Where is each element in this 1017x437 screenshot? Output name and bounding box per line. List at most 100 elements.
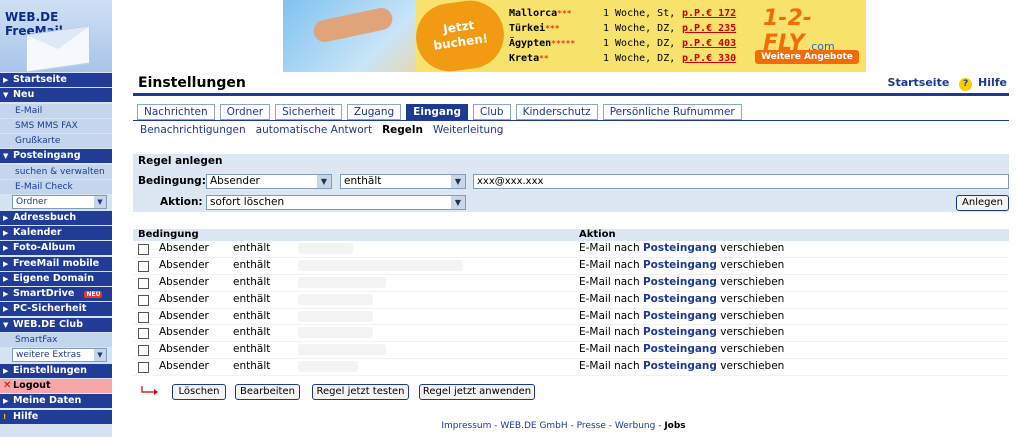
table-row[interactable]: Absender enthält E-Mail nach Posteingang v… <box>133 292 1009 309</box>
sidebar-subitem-e-mail-check[interactable]: E-Mail Check <box>0 180 112 195</box>
footer-link[interactable]: WEB.DE GmbH <box>500 421 567 431</box>
sidebar-item-web-de-club[interactable]: ▼ WEB.DE Club <box>0 317 112 332</box>
tab-persönliche-rufnummer[interactable]: Persönliche Rufnummer <box>602 104 742 120</box>
tab-zugang[interactable]: Zugang <box>346 104 402 120</box>
sidebar-item-label: Meine Daten <box>13 395 82 407</box>
sidebar-item-startseite[interactable]: ▶ Startseite <box>0 73 112 87</box>
webde-freemail-logo[interactable]: WEB.DE FreeMail <box>0 0 112 73</box>
rule-field: Absender <box>159 309 209 322</box>
table-row[interactable]: Absender enthält E-Mail nach Posteingang v… <box>133 258 1009 275</box>
rule-action-folder-link[interactable]: Posteingang <box>643 310 717 322</box>
subtab-regeln[interactable]: Regeln <box>382 124 423 136</box>
sidebar-item-eigene-domain[interactable]: ▶ Eigene Domain <box>0 271 112 286</box>
table-row[interactable]: Absender enthält E-Mail nach Posteingang v… <box>133 359 1009 377</box>
banner-deal-row[interactable]: Türkei*** 1 Woche, DZ, p.P.€ 235 <box>509 21 789 36</box>
subtab-benachrichtigungen[interactable]: Benachrichtigungen <box>140 124 246 136</box>
sidebar-item-logout[interactable]: ✕ Logout <box>0 378 112 393</box>
row-checkbox[interactable] <box>138 260 149 272</box>
condition-field-select[interactable]: Absender ▼ <box>206 174 332 189</box>
sidebar-item-freemail-mobile[interactable]: ▶ FreeMail mobile <box>0 256 112 271</box>
row-checkbox[interactable] <box>138 244 149 255</box>
rule-operator: enthält <box>233 309 271 322</box>
row-checkbox[interactable] <box>138 362 149 374</box>
condition-operator-select[interactable]: enthält ▼ <box>340 174 466 189</box>
sidebar-subitem-suchen-verwalten[interactable]: suchen & verwalten <box>0 164 112 179</box>
sidebar-item-kalender[interactable]: ▶ Kalender <box>0 225 112 240</box>
banner-deal-row[interactable]: Ägypten***** 1 Woche, DZ, p.P.€ 403 <box>509 36 789 51</box>
rule-action-folder-link[interactable]: Posteingang <box>643 259 717 271</box>
envelope-icon <box>26 25 90 73</box>
deal-destination: Mallorca*** <box>509 6 572 21</box>
footer-link-jobs[interactable]: Jobs <box>664 421 685 431</box>
rule-action-folder-link[interactable]: Posteingang <box>643 242 717 254</box>
sidebar-item-meine-daten[interactable]: ▶ Meine Daten <box>0 394 112 409</box>
tab-sicherheit[interactable]: Sicherheit <box>275 104 342 120</box>
rule-action-folder-link[interactable]: Posteingang <box>643 360 717 372</box>
sidebar-item-foto-album[interactable]: ▶ Foto-Album <box>0 241 112 256</box>
sidebar-item-einstellungen[interactable]: ▶ Einstellungen <box>0 363 112 378</box>
edit-button[interactable]: Bearbeiten <box>235 384 300 400</box>
sidebar-subitem-grußkarte[interactable]: Grußkarte <box>0 134 112 149</box>
sidebar-subitem-e-mail[interactable]: E-Mail <box>0 103 112 118</box>
rule-action-folder-link[interactable]: Posteingang <box>643 276 717 288</box>
sidebar-item-pc-sicherheit[interactable]: ▶ PC-Sicherheit <box>0 302 112 317</box>
sidebar-select-weitere-extras[interactable]: weitere Extras ▼ <box>12 348 107 363</box>
sidebar-item-posteingang[interactable]: ▼ Posteingang <box>0 149 112 164</box>
sidebar-item-adressbuch[interactable]: ▶ Adressbuch <box>0 210 112 225</box>
travel-ad-banner[interactable]: Jetzt buchen! Mallorca*** 1 Woche, St, p.P… <box>283 0 866 72</box>
sidebar-subitem-sms-mms-fax[interactable]: SMS MMS FAX <box>0 118 112 133</box>
create-rule-button[interactable]: Anlegen <box>956 195 1009 211</box>
tab-eingang[interactable]: Eingang <box>406 104 469 120</box>
test-rule-button[interactable]: Regel jetzt testen <box>312 384 409 400</box>
table-row[interactable]: Absender enthält E-Mail nach Posteingang v… <box>133 241 1009 258</box>
footer: Impressum - WEB.DE GmbH - Presse - Werbu… <box>441 421 686 431</box>
subtab-weiterleitung[interactable]: Weiterleitung <box>433 124 503 136</box>
deal-price[interactable]: p.P.€ 403 <box>682 36 736 51</box>
tab-ordner[interactable]: Ordner <box>219 104 271 120</box>
help-icon[interactable]: ? <box>959 78 973 91</box>
rules-table-body: Absender enthält E-Mail nach Posteingang v… <box>133 241 1009 377</box>
rule-action-folder-link[interactable]: Posteingang <box>643 343 717 355</box>
row-checkbox[interactable] <box>138 328 149 340</box>
action-select[interactable]: sofort löschen ▼ <box>206 195 466 210</box>
row-checkbox[interactable] <box>138 294 149 306</box>
sidebar-select-value: weitere Extras <box>16 350 81 361</box>
rule-action-folder-link[interactable]: Posteingang <box>643 326 717 338</box>
subtab-automatische-antwort[interactable]: automatische Antwort <box>256 124 372 136</box>
deal-price[interactable]: p.P.€ 235 <box>682 21 736 36</box>
sidebar-item-smartdrive[interactable]: ▶ SmartDrive NEU <box>0 287 112 302</box>
home-link[interactable]: Startseite <box>888 76 950 89</box>
chevron-right-icon: ▶ <box>3 305 9 314</box>
footer-link[interactable]: Impressum <box>441 421 491 431</box>
table-row[interactable]: Absender enthält E-Mail nach Posteingang v… <box>133 325 1009 343</box>
tab-club[interactable]: Club <box>473 104 511 120</box>
tab-kinderschutz[interactable]: Kinderschutz <box>515 104 598 120</box>
banner-deal-row[interactable]: Mallorca*** 1 Woche, St, p.P.€ 172 <box>509 6 789 21</box>
apply-rule-button[interactable]: Regel jetzt anwenden <box>419 384 535 400</box>
help-link[interactable]: Hilfe <box>978 76 1007 89</box>
action-label: Aktion: <box>160 196 203 208</box>
deal-stars: *** <box>557 9 572 18</box>
table-row[interactable]: Absender enthält E-Mail nach Posteingang v… <box>133 342 1009 360</box>
footer-link[interactable]: Werbung <box>615 421 655 431</box>
footer-link[interactable]: Presse <box>577 421 606 431</box>
table-row[interactable]: Absender enthält E-Mail nach Posteingang v… <box>133 309 1009 326</box>
banner-deal-row[interactable]: Kreta** 1 Woche, DZ, p.P.€ 330 <box>509 51 789 66</box>
rule-action-folder-link[interactable]: Posteingang <box>643 293 717 305</box>
deal-price[interactable]: p.P.€ 330 <box>682 51 736 66</box>
banner-cta-badge[interactable]: Jetzt buchen! <box>411 0 509 72</box>
sidebar-item-neu[interactable]: ▼ Neu <box>0 88 112 103</box>
table-row[interactable]: Absender enthält E-Mail nach Posteingang v… <box>133 275 1009 292</box>
condition-text-input[interactable]: xxx@xxx.xxx <box>473 174 1009 189</box>
row-checkbox[interactable] <box>138 345 149 357</box>
chevron-down-icon: ▼ <box>317 175 331 188</box>
sidebar-select-ordner[interactable]: Ordner ▼ <box>12 195 107 210</box>
sidebar-subitem-smartfax[interactable]: SmartFax <box>0 333 112 348</box>
deal-price[interactable]: p.P.€ 172 <box>682 6 736 21</box>
delete-button[interactable]: Löschen <box>172 384 226 400</box>
tab-nachrichten[interactable]: Nachrichten <box>137 104 215 120</box>
chevron-right-icon: ▶ <box>3 228 9 237</box>
row-checkbox[interactable] <box>138 311 149 323</box>
more-offers-button[interactable]: Weitere Angebote <box>755 50 859 64</box>
row-checkbox[interactable] <box>138 277 149 289</box>
